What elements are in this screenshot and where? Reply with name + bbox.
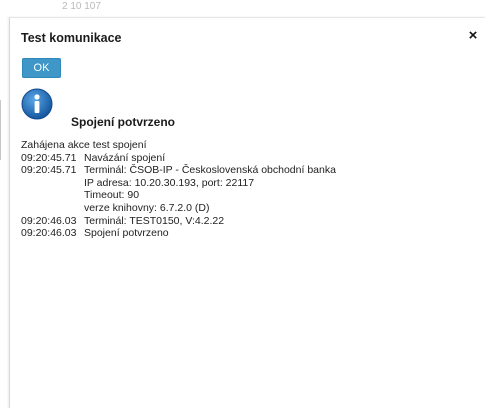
log-text: Timeout: 90 — [84, 189, 140, 202]
log-line: IP adresa: 10.20.30.193, port: 22117 — [21, 177, 471, 190]
log-time — [21, 177, 84, 190]
ok-button[interactable]: OK — [22, 58, 61, 78]
dialog-title: Test komunikace — [21, 31, 122, 45]
log-line: 09:20:46.03 Spojení potvrzeno — [21, 227, 471, 240]
close-icon[interactable]: × — [466, 28, 480, 44]
log-line: 09:20:46.03 Terminál: TEST0150, V:4.2.22 — [21, 215, 471, 228]
log-text: verze knihovny: 6.7.2.0 (D) — [84, 201, 210, 214]
log-line: 09:20:45.71 Navázání spojení — [21, 152, 471, 165]
log-time: 09:20:45.71 — [21, 151, 77, 164]
log-time: 09:20:45.71 — [21, 164, 77, 177]
log-line: verze knihovny: 6.7.2.0 (D) — [21, 202, 471, 215]
log-time: 09:20:46.03 — [21, 214, 77, 227]
communication-log: Zahájena akce test spojení 09:20:45.71 N… — [21, 139, 471, 240]
log-text: Terminál: TEST0150, V:4.2.22 — [84, 214, 225, 227]
log-text: Zahájena akce test spojení — [21, 139, 147, 151]
log-text: Navázání spojení — [84, 151, 166, 164]
status-heading: Spojení potvrzeno — [71, 115, 176, 129]
background-divider — [0, 100, 1, 160]
log-time — [21, 202, 84, 215]
log-text: IP adresa: 10.20.30.193, port: 22117 — [84, 176, 255, 189]
info-icon — [21, 88, 53, 120]
log-line: Timeout: 90 — [21, 189, 471, 202]
log-time — [21, 189, 84, 202]
log-line: 09:20:45.71 Terminál: ČSOB-IP - Českoslo… — [21, 164, 471, 177]
test-communication-dialog: Test komunikace × OK Spojení potvrzeno Z… — [9, 17, 485, 408]
background-fragment: 2 10 107 — [62, 1, 101, 12]
log-time: 09:20:46.03 — [21, 227, 77, 240]
log-text: Terminál: ČSOB-IP - Československá obcho… — [84, 164, 336, 177]
log-text: Spojení potvrzeno — [84, 227, 169, 240]
log-line: Zahájena akce test spojení — [21, 139, 471, 152]
